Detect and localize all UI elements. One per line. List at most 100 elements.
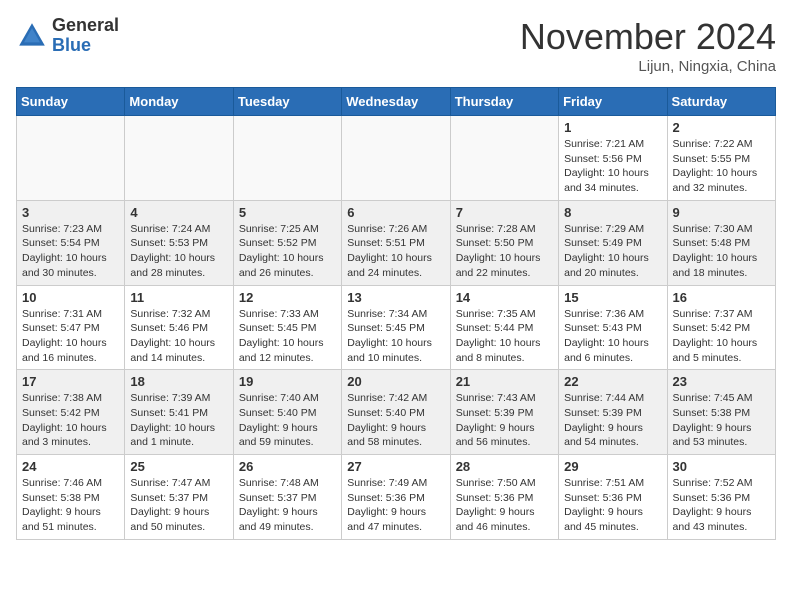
calendar-cell: 7Sunrise: 7:28 AMSunset: 5:50 PMDaylight… bbox=[450, 200, 558, 285]
day-info: Sunrise: 7:34 AMSunset: 5:45 PMDaylight:… bbox=[347, 307, 444, 366]
weekday-header: Wednesday bbox=[342, 88, 450, 116]
calendar-cell: 18 Sunrise: 7:39 AMSunset: 5:41 PMDayligh… bbox=[125, 370, 233, 455]
weekday-header: Sunday bbox=[17, 88, 125, 116]
day-number: 17 bbox=[22, 374, 119, 389]
day-number: 6 bbox=[347, 205, 444, 220]
day-number: 26 bbox=[239, 459, 336, 474]
calendar-cell bbox=[125, 116, 233, 201]
calendar-row: 10 Sunrise: 7:31 AMSunset: 5:47 PMDayligh… bbox=[17, 285, 776, 370]
calendar-cell: 28Sunrise: 7:50 AMSunset: 5:36 PMDayligh… bbox=[450, 455, 558, 540]
calendar-cell: 17 Sunrise: 7:38 AMSunset: 5:42 PMDayligh… bbox=[17, 370, 125, 455]
day-info: Sunrise: 7:47 AMSunset: 5:37 PMDaylight:… bbox=[130, 476, 227, 535]
day-info: Sunrise: 7:37 AMSunset: 5:42 PMDaylight:… bbox=[673, 307, 770, 366]
day-info: Sunrise: 7:51 AMSunset: 5:36 PMDaylight:… bbox=[564, 476, 661, 535]
day-number: 3 bbox=[22, 205, 119, 220]
day-info: Sunrise: 7:28 AMSunset: 5:50 PMDaylight:… bbox=[456, 222, 553, 281]
day-info: Sunrise: 7:31 AMSunset: 5:47 PMDaylight:… bbox=[22, 307, 119, 366]
title-block: November 2024 Lijun, Ningxia, China bbox=[520, 16, 776, 75]
calendar-cell bbox=[342, 116, 450, 201]
calendar-cell: 22 Sunrise: 7:44 AMSunset: 5:39 PMDayligh… bbox=[559, 370, 667, 455]
day-number: 29 bbox=[564, 459, 661, 474]
day-number: 23 bbox=[673, 374, 770, 389]
calendar-cell: 13 Sunrise: 7:34 AMSunset: 5:45 PMDayligh… bbox=[342, 285, 450, 370]
day-number: 13 bbox=[347, 290, 444, 305]
location: Lijun, Ningxia, China bbox=[520, 58, 776, 75]
day-info: Sunrise: 7:36 AMSunset: 5:43 PMDaylight:… bbox=[564, 307, 661, 366]
day-number: 18 bbox=[130, 374, 227, 389]
calendar-cell: 29 Sunrise: 7:51 AMSunset: 5:36 PMDayligh… bbox=[559, 455, 667, 540]
day-number: 14 bbox=[456, 290, 553, 305]
day-number: 11 bbox=[130, 290, 227, 305]
calendar-table: SundayMondayTuesdayWednesdayThursdayFrid… bbox=[16, 87, 776, 540]
day-number: 5 bbox=[239, 205, 336, 220]
calendar-row: 1Sunrise: 7:21 AMSunset: 5:56 PMDaylight… bbox=[17, 116, 776, 201]
day-number: 30 bbox=[673, 459, 770, 474]
calendar-cell: 6 Sunrise: 7:26 AMSunset: 5:51 PMDaylight… bbox=[342, 200, 450, 285]
calendar-cell: 8Sunrise: 7:29 AMSunset: 5:49 PMDaylight… bbox=[559, 200, 667, 285]
day-info: Sunrise: 7:32 AMSunset: 5:46 PMDaylight:… bbox=[130, 307, 227, 366]
logo-blue-text: Blue bbox=[52, 36, 119, 56]
calendar-cell: 16 Sunrise: 7:37 AMSunset: 5:42 PMDayligh… bbox=[667, 285, 775, 370]
day-number: 15 bbox=[564, 290, 661, 305]
weekday-header: Friday bbox=[559, 88, 667, 116]
day-number: 22 bbox=[564, 374, 661, 389]
day-info: Sunrise: 7:48 AMSunset: 5:37 PMDaylight:… bbox=[239, 476, 336, 535]
calendar-cell: 11 Sunrise: 7:32 AMSunset: 5:46 PMDayligh… bbox=[125, 285, 233, 370]
day-number: 1 bbox=[564, 120, 661, 135]
day-info: Sunrise: 7:42 AMSunset: 5:40 PMDaylight:… bbox=[347, 391, 444, 450]
calendar-cell: 5 Sunrise: 7:25 AMSunset: 5:52 PMDaylight… bbox=[233, 200, 341, 285]
day-info: Sunrise: 7:40 AMSunset: 5:40 PMDaylight:… bbox=[239, 391, 336, 450]
calendar-cell: 20 Sunrise: 7:42 AMSunset: 5:40 PMDayligh… bbox=[342, 370, 450, 455]
day-info: Sunrise: 7:33 AMSunset: 5:45 PMDaylight:… bbox=[239, 307, 336, 366]
calendar-cell: 26 Sunrise: 7:48 AMSunset: 5:37 PMDayligh… bbox=[233, 455, 341, 540]
calendar-row: 17 Sunrise: 7:38 AMSunset: 5:42 PMDayligh… bbox=[17, 370, 776, 455]
calendar-cell: 3 Sunrise: 7:23 AMSunset: 5:54 PMDaylight… bbox=[17, 200, 125, 285]
calendar-cell: 30 Sunrise: 7:52 AMSunset: 5:36 PMDayligh… bbox=[667, 455, 775, 540]
day-info: Sunrise: 7:22 AMSunset: 5:55 PMDaylight:… bbox=[673, 137, 770, 196]
calendar-cell: 25 Sunrise: 7:47 AMSunset: 5:37 PMDayligh… bbox=[125, 455, 233, 540]
calendar-cell: 1Sunrise: 7:21 AMSunset: 5:56 PMDaylight… bbox=[559, 116, 667, 201]
calendar-cell bbox=[233, 116, 341, 201]
calendar-cell: 9 Sunrise: 7:30 AMSunset: 5:48 PMDaylight… bbox=[667, 200, 775, 285]
day-info: Sunrise: 7:50 AMSunset: 5:36 PMDaylight:… bbox=[456, 476, 553, 535]
weekday-header: Tuesday bbox=[233, 88, 341, 116]
day-info: Sunrise: 7:46 AMSunset: 5:38 PMDaylight:… bbox=[22, 476, 119, 535]
day-info: Sunrise: 7:49 AMSunset: 5:36 PMDaylight:… bbox=[347, 476, 444, 535]
page-header: General Blue November 2024 Lijun, Ningxi… bbox=[16, 16, 776, 75]
day-number: 2 bbox=[673, 120, 770, 135]
day-number: 25 bbox=[130, 459, 227, 474]
day-info: Sunrise: 7:45 AMSunset: 5:38 PMDaylight:… bbox=[673, 391, 770, 450]
logo: General Blue bbox=[16, 16, 119, 56]
day-info: Sunrise: 7:52 AMSunset: 5:36 PMDaylight:… bbox=[673, 476, 770, 535]
day-number: 10 bbox=[22, 290, 119, 305]
day-info: Sunrise: 7:44 AMSunset: 5:39 PMDaylight:… bbox=[564, 391, 661, 450]
calendar-cell: 24 Sunrise: 7:46 AMSunset: 5:38 PMDayligh… bbox=[17, 455, 125, 540]
day-number: 9 bbox=[673, 205, 770, 220]
calendar-row: 3 Sunrise: 7:23 AMSunset: 5:54 PMDaylight… bbox=[17, 200, 776, 285]
day-info: Sunrise: 7:26 AMSunset: 5:51 PMDaylight:… bbox=[347, 222, 444, 281]
calendar-cell: 12 Sunrise: 7:33 AMSunset: 5:45 PMDayligh… bbox=[233, 285, 341, 370]
day-info: Sunrise: 7:25 AMSunset: 5:52 PMDaylight:… bbox=[239, 222, 336, 281]
calendar-cell bbox=[17, 116, 125, 201]
day-info: Sunrise: 7:43 AMSunset: 5:39 PMDaylight:… bbox=[456, 391, 553, 450]
day-number: 4 bbox=[130, 205, 227, 220]
day-info: Sunrise: 7:39 AMSunset: 5:41 PMDaylight:… bbox=[130, 391, 227, 450]
calendar-cell: 15 Sunrise: 7:36 AMSunset: 5:43 PMDayligh… bbox=[559, 285, 667, 370]
day-info: Sunrise: 7:23 AMSunset: 5:54 PMDaylight:… bbox=[22, 222, 119, 281]
day-number: 20 bbox=[347, 374, 444, 389]
calendar-row: 24 Sunrise: 7:46 AMSunset: 5:38 PMDayligh… bbox=[17, 455, 776, 540]
day-number: 16 bbox=[673, 290, 770, 305]
day-info: Sunrise: 7:38 AMSunset: 5:42 PMDaylight:… bbox=[22, 391, 119, 450]
day-info: Sunrise: 7:30 AMSunset: 5:48 PMDaylight:… bbox=[673, 222, 770, 281]
day-number: 19 bbox=[239, 374, 336, 389]
day-number: 24 bbox=[22, 459, 119, 474]
calendar-cell bbox=[450, 116, 558, 201]
month-title: November 2024 bbox=[520, 16, 776, 58]
weekday-header: Thursday bbox=[450, 88, 558, 116]
calendar-cell: 27Sunrise: 7:49 AMSunset: 5:36 PMDayligh… bbox=[342, 455, 450, 540]
day-info: Sunrise: 7:24 AMSunset: 5:53 PMDaylight:… bbox=[130, 222, 227, 281]
day-info: Sunrise: 7:29 AMSunset: 5:49 PMDaylight:… bbox=[564, 222, 661, 281]
day-info: Sunrise: 7:35 AMSunset: 5:44 PMDaylight:… bbox=[456, 307, 553, 366]
calendar-header-row: SundayMondayTuesdayWednesdayThursdayFrid… bbox=[17, 88, 776, 116]
day-number: 12 bbox=[239, 290, 336, 305]
